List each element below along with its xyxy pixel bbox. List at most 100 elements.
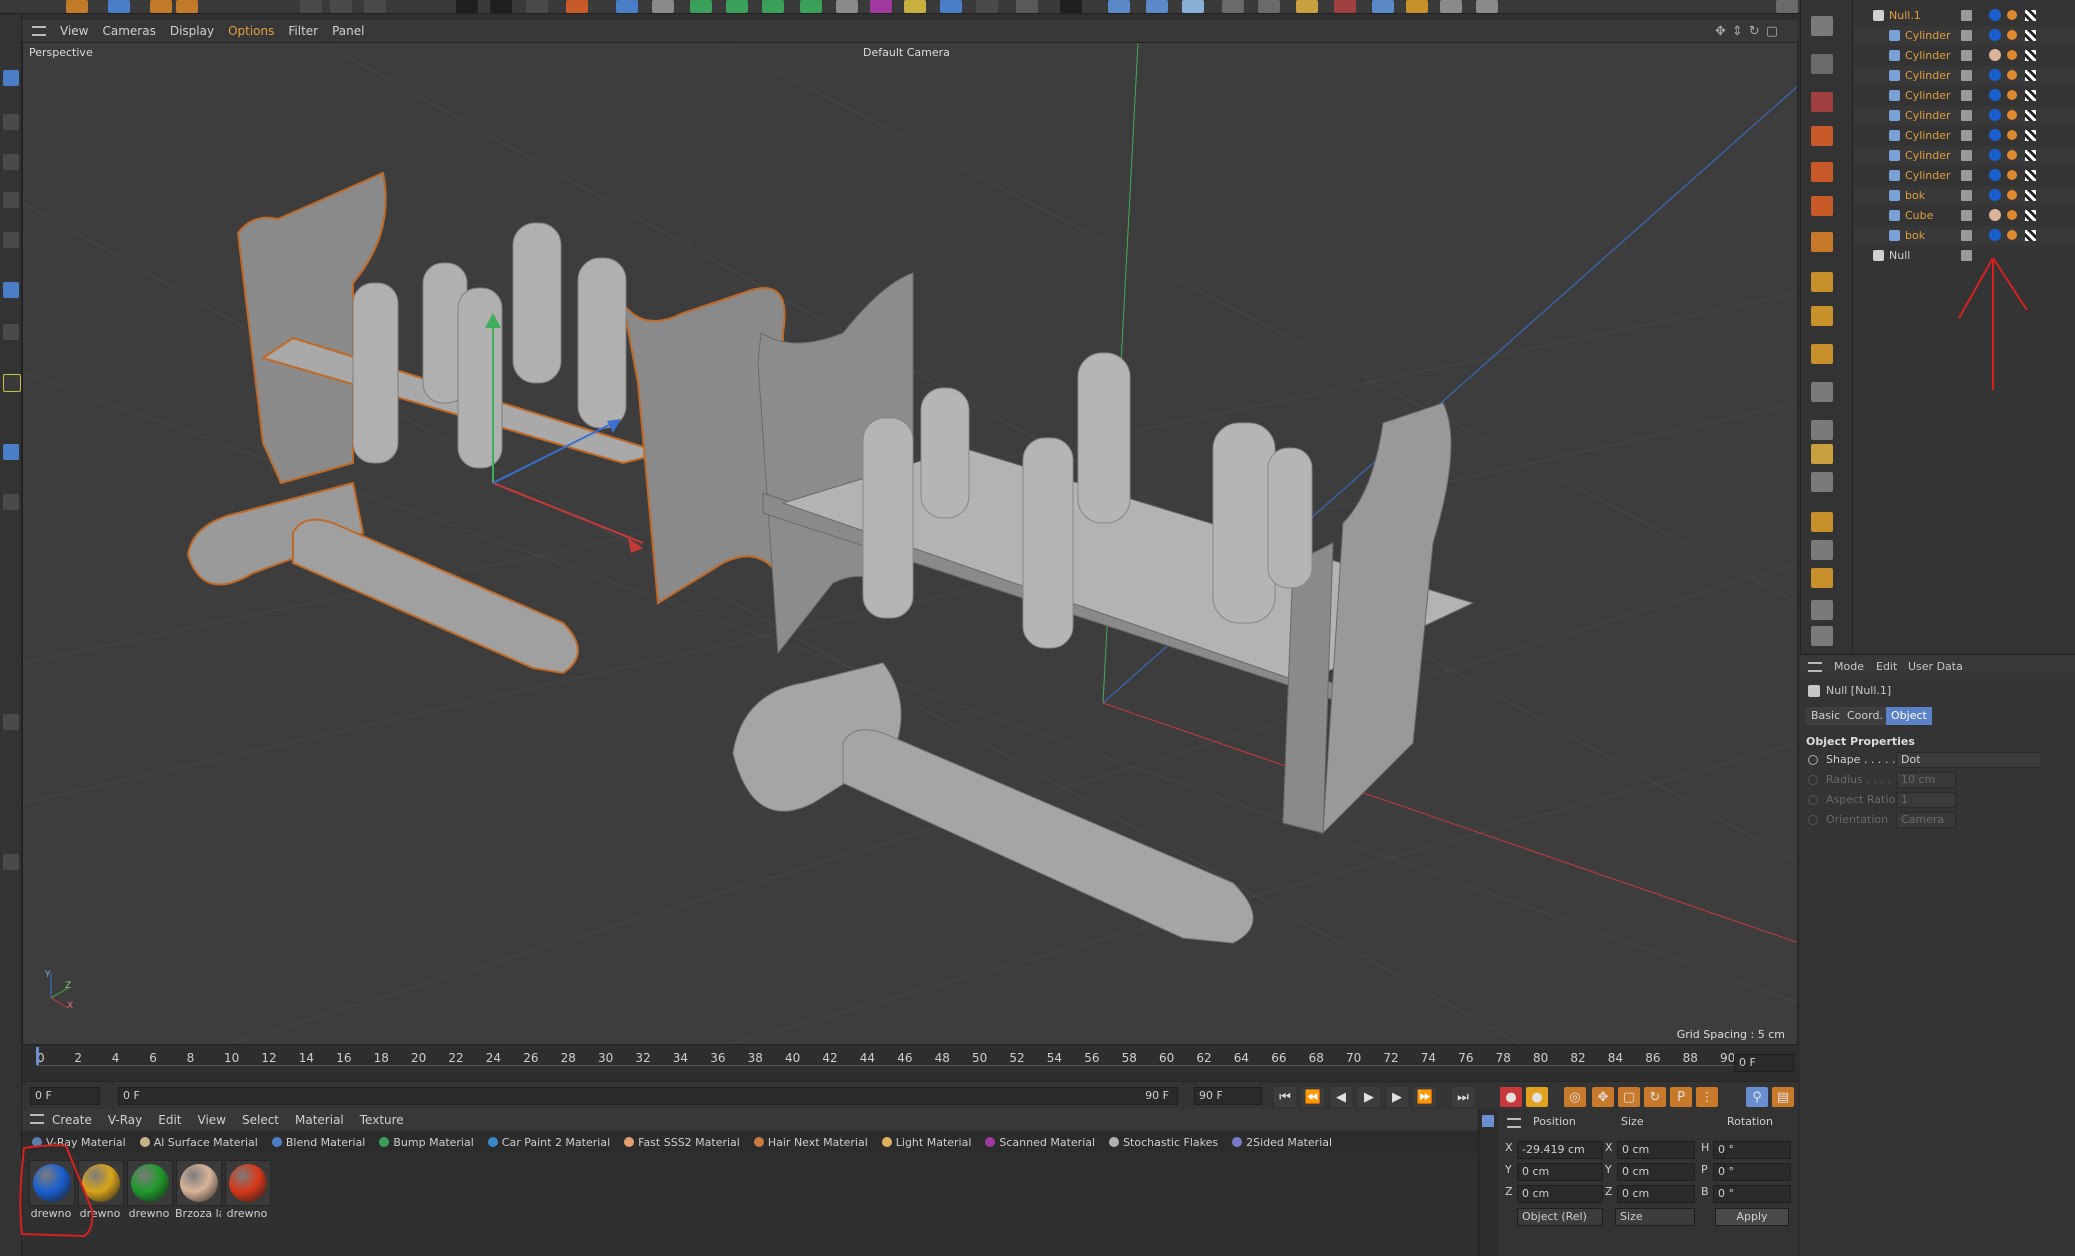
material-tag-icon[interactable] <box>1989 69 2001 81</box>
material-preset-tab[interactable]: Light Material <box>881 1136 978 1149</box>
go-to-start-icon[interactable]: ⏮ <box>1274 1087 1296 1107</box>
model-mode-icon[interactable] <box>3 70 19 86</box>
position-field[interactable]: 0 cm <box>1517 1163 1603 1181</box>
vray-proxy-icon[interactable] <box>1222 0 1244 13</box>
position-field[interactable]: 0 cm <box>1517 1185 1603 1203</box>
material-tag-icon[interactable] <box>1811 512 1833 532</box>
visibility-toggle-icon[interactable] <box>1961 210 1972 221</box>
material-swatch[interactable]: drewno <box>126 1159 173 1225</box>
rotation-field[interactable]: 0 ° <box>1713 1163 1791 1181</box>
vray-tag-icon[interactable] <box>2007 90 2017 100</box>
vray-tag-icon[interactable] <box>2007 150 2017 160</box>
weld-icon[interactable] <box>1811 568 1833 588</box>
floor-icon[interactable] <box>940 0 962 13</box>
selection-tag-icon[interactable] <box>1811 540 1833 560</box>
next-key-icon[interactable]: ⏩ <box>1414 1087 1436 1107</box>
material-tag-icon[interactable] <box>1989 89 2001 101</box>
light-icon[interactable] <box>904 0 926 13</box>
vray-tag-icon[interactable] <box>2007 130 2017 140</box>
coord-size-select[interactable]: Size <box>1615 1208 1695 1226</box>
hamburger-icon[interactable] <box>1507 1118 1521 1128</box>
line-cut-icon[interactable] <box>1811 626 1833 646</box>
previous-key-icon[interactable]: ⏪ <box>1302 1087 1324 1107</box>
object-name[interactable]: Cylinder <box>1905 29 1951 42</box>
visibility-toggle-icon[interactable] <box>1961 50 1972 61</box>
material-preset-tab[interactable]: Blend Material <box>271 1136 372 1149</box>
previous-frame-icon[interactable]: ◀ <box>1330 1087 1352 1107</box>
axis-mode-icon[interactable] <box>3 374 21 392</box>
editable-icon[interactable] <box>566 0 588 13</box>
material-menu-select[interactable]: Select <box>242 1113 279 1127</box>
quantize-icon[interactable] <box>3 854 19 870</box>
mograph-icon[interactable] <box>762 0 784 13</box>
coord-mode-select[interactable]: Object (Rel) <box>1517 1208 1603 1226</box>
object-row[interactable]: Null.1 <box>1853 6 2075 26</box>
material-preset-tab[interactable]: Car Paint 2 Material <box>487 1136 616 1149</box>
vray-fur-icon[interactable] <box>1258 0 1280 13</box>
object-manager-icon[interactable] <box>1811 16 1833 36</box>
parameter-key-icon[interactable]: P <box>1670 1087 1692 1107</box>
material-preset-tab[interactable]: Stochastic Flakes <box>1109 1136 1224 1149</box>
uvw-tag-icon[interactable] <box>2025 130 2036 141</box>
material-tag-icon[interactable] <box>1989 49 2001 61</box>
bevel-icon[interactable] <box>1811 472 1833 492</box>
field-icon[interactable] <box>836 0 858 13</box>
edges-mode-icon[interactable] <box>3 232 19 248</box>
timeline-ruler[interactable]: 0 2 4 6 8 10 12 14 16 18 20 22 24 26 28 30 32 34 36 38 40 42 4… <box>22 1045 1798 1081</box>
object-row[interactable]: Cube <box>1853 206 2075 226</box>
y-axis-lock-icon[interactable] <box>330 0 352 13</box>
uv-mode-icon[interactable] <box>3 324 19 340</box>
visibility-toggle-icon[interactable] <box>1961 90 1972 101</box>
tab-basic[interactable]: Basic <box>1806 707 1846 725</box>
cube-icon[interactable] <box>616 0 638 13</box>
object-name[interactable]: Cylinder <box>1905 149 1951 162</box>
vray-tag-icon[interactable] <box>2007 10 2017 20</box>
object-row[interactable]: Cylinder <box>1853 66 2075 86</box>
object-row[interactable]: Cylinder <box>1853 46 2075 66</box>
vray-dome-icon[interactable] <box>1108 0 1130 13</box>
tab-coord[interactable]: Coord. <box>1842 707 1888 725</box>
auto-key-icon[interactable]: ● <box>1526 1087 1548 1107</box>
render-view-icon[interactable] <box>456 0 478 13</box>
animate-property-icon[interactable] <box>1808 795 1818 805</box>
tab-object[interactable]: Object <box>1886 707 1932 725</box>
material-tag-icon[interactable] <box>1989 209 2001 221</box>
material-swatch[interactable]: Brzoza la <box>175 1159 222 1225</box>
deformer-icon[interactable] <box>800 0 822 13</box>
visibility-toggle-icon[interactable] <box>1961 110 1972 121</box>
object-name[interactable]: Cylinder <box>1905 89 1951 102</box>
gear-icon[interactable] <box>1440 0 1462 13</box>
workplane-icon[interactable] <box>3 154 19 170</box>
tag-icon[interactable] <box>1811 232 1833 252</box>
property-value[interactable]: Dot <box>1896 752 2042 768</box>
render-icon[interactable] <box>490 0 512 13</box>
uvw-tag-icon[interactable] <box>2025 50 2036 61</box>
layout-icon[interactable] <box>1776 0 1798 13</box>
object-row[interactable]: Cylinder <box>1853 126 2075 146</box>
visibility-toggle-icon[interactable] <box>1961 190 1972 201</box>
navigation-icons[interactable]: ✥⇕↻▢ <box>1715 24 1784 39</box>
paint-icon[interactable] <box>1811 344 1833 364</box>
material-menu-view[interactable]: View <box>198 1113 226 1127</box>
material-tag-icon[interactable] <box>1989 9 2001 21</box>
visibility-toggle-icon[interactable] <box>1961 10 1972 21</box>
material-preset-tab[interactable]: Fast SSS2 Material <box>624 1136 746 1149</box>
visibility-toggle-icon[interactable] <box>1961 30 1972 41</box>
viewport-menu-panel[interactable]: Panel <box>332 24 364 38</box>
scale-tool-icon[interactable] <box>150 0 172 13</box>
vray-sun-icon[interactable] <box>1182 0 1204 13</box>
size-field[interactable]: 0 cm <box>1617 1185 1695 1203</box>
spline-icon[interactable] <box>652 0 674 13</box>
object-row[interactable]: Cylinder <box>1853 166 2075 186</box>
next-frame-icon[interactable]: ▶ <box>1386 1087 1408 1107</box>
vray-clipper-icon[interactable] <box>1296 0 1318 13</box>
material-preset-tab[interactable]: Hair Next Material <box>753 1136 874 1149</box>
playhead[interactable] <box>36 1047 39 1065</box>
uvw-tag-icon[interactable] <box>2025 90 2036 101</box>
attr-menu-user-data[interactable]: User Data <box>1908 660 1963 673</box>
brush-icon[interactable] <box>1811 272 1833 292</box>
render-region-icon[interactable] <box>1811 92 1833 112</box>
move-tool-icon[interactable] <box>108 0 130 13</box>
vray-tag-icon[interactable] <box>2007 170 2017 180</box>
x-axis-lock-icon[interactable] <box>300 0 322 13</box>
